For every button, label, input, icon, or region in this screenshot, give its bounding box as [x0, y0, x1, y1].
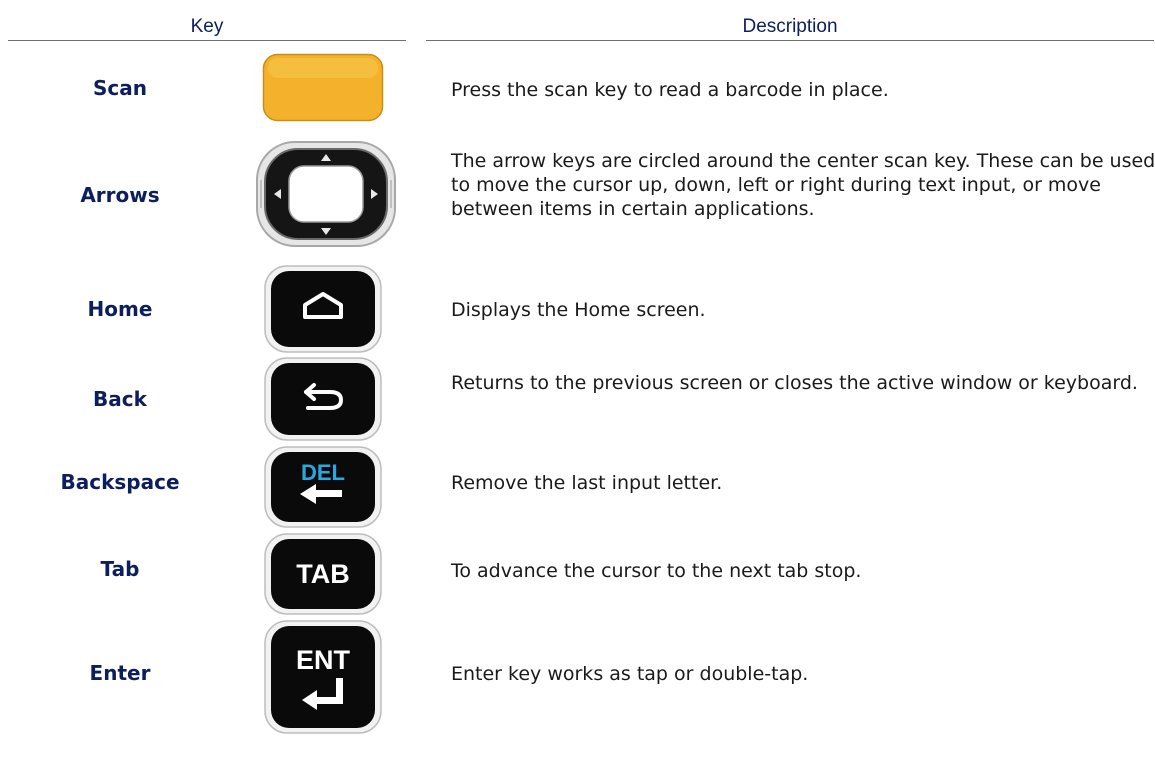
- description-backspace: Remove the last input letter.: [451, 472, 723, 494]
- tab-label: TAB: [296, 559, 350, 589]
- key-name-scan: Scan: [93, 76, 147, 100]
- column-header-description: Description: [742, 16, 838, 37]
- description-home: Displays the Home screen.: [451, 299, 706, 321]
- description-arrows: The arrow keys are circled around the ce…: [451, 150, 1155, 220]
- key-name-backspace: Backspace: [60, 470, 180, 494]
- key-name-back: Back: [93, 387, 147, 411]
- key-name-tab: Tab: [100, 557, 140, 581]
- arrow-keys-icon: [256, 141, 396, 247]
- backspace-key-icon: DEL: [264, 446, 382, 528]
- description-tab: To advance the cursor to the next tab st…: [451, 560, 862, 582]
- header-divider-key: [8, 40, 406, 41]
- column-header-key: Key: [190, 16, 224, 37]
- key-name-enter: Enter: [89, 661, 151, 685]
- key-name-arrows: Arrows: [80, 183, 160, 207]
- back-key-icon: [264, 357, 382, 441]
- home-key-icon: [264, 265, 382, 353]
- header-divider-description: [426, 40, 1154, 41]
- key-name-home: Home: [87, 297, 153, 321]
- description-scan: Press the scan key to read a barcode in …: [451, 79, 889, 101]
- description-enter: Enter key works as tap or double-tap.: [451, 663, 809, 685]
- ent-label: ENT: [296, 645, 351, 675]
- tab-key-icon: TAB: [264, 533, 382, 615]
- scan-key-icon: [262, 53, 384, 122]
- del-label: DEL: [301, 460, 345, 485]
- enter-key-icon: ENT: [264, 620, 382, 734]
- description-back: Returns to the previous screen or closes…: [451, 372, 1138, 394]
